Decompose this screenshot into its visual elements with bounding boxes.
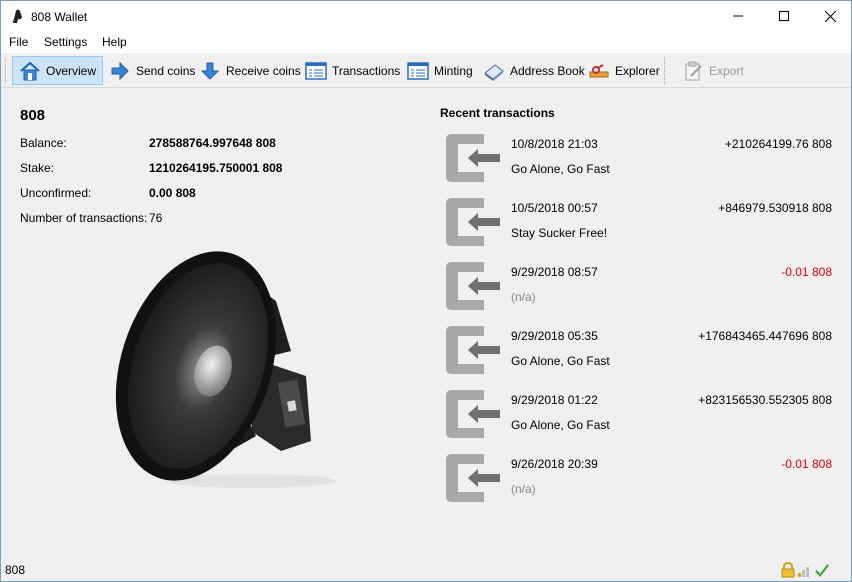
transaction-row[interactable]: 10/8/2018 21:03 +210264199.76 808 Go Alone… <box>440 132 835 192</box>
minting-list-icon <box>407 61 429 80</box>
transaction-row[interactable]: 10/5/2018 00:57 +846979.530918 808 Stay Su… <box>440 196 835 256</box>
transaction-date: 9/29/2018 01:22 <box>511 393 598 407</box>
maximize-button[interactable] <box>761 1 807 31</box>
minimize-button[interactable] <box>715 1 761 31</box>
transaction-label: Go Alone, Go Fast <box>511 418 610 432</box>
minting-label: Minting <box>434 63 473 78</box>
receive-arrow-icon <box>200 62 220 80</box>
transaction-amount: +823156530.552305 808 <box>698 393 832 407</box>
menu-bar: File Settings Help <box>1 31 851 53</box>
transaction-inout-icon <box>446 262 500 310</box>
recent-transactions-title: Recent transactions <box>440 106 555 120</box>
toolbar-grip[interactable] <box>5 58 8 83</box>
title-bar: 808 Wallet <box>1 1 851 31</box>
connections-icon <box>798 567 809 577</box>
window-title: 808 Wallet <box>31 10 88 24</box>
transactions-list-icon <box>305 61 327 80</box>
transaction-amount: -0.01 808 <box>781 265 832 279</box>
transaction-label: Stay Sucker Free! <box>511 226 608 240</box>
receive-coins-label: Receive coins <box>226 63 301 78</box>
transaction-label: Go Alone, Go Fast <box>511 162 610 176</box>
stake-value[interactable]: 1210264195.750001 808 <box>149 161 282 175</box>
transaction-amount: +176843465.447696 808 <box>698 329 832 343</box>
menu-help[interactable]: Help <box>102 35 127 49</box>
synced-check-icon <box>815 564 829 577</box>
transaction-inout-icon <box>446 198 500 246</box>
explorer-label: Explorer <box>615 63 660 78</box>
transaction-count-value[interactable]: 76 <box>149 211 162 225</box>
explorer-icon <box>589 63 609 77</box>
minting-button[interactable]: Minting <box>400 56 480 85</box>
stake-label: Stake: <box>20 161 55 175</box>
menu-settings[interactable]: Settings <box>44 35 87 49</box>
menu-file[interactable]: File <box>9 35 28 49</box>
minimize-icon <box>733 15 743 17</box>
transaction-label: (n/a) <box>511 482 536 496</box>
transaction-amount: +846979.530918 808 <box>718 201 832 215</box>
lock-icon <box>781 562 795 578</box>
unconfirmed-label: Unconfirmed: <box>20 186 92 200</box>
transaction-amount: -0.01 808 <box>781 457 832 471</box>
home-icon <box>20 61 40 80</box>
transaction-label: (n/a) <box>511 290 536 304</box>
transaction-date: 10/5/2018 00:57 <box>511 201 598 215</box>
toolbar: Overview Send coins Receive coins Transa… <box>1 53 851 88</box>
close-button[interactable] <box>807 1 852 31</box>
address-book-button[interactable]: Address Book <box>476 56 592 85</box>
transaction-inout-icon <box>446 326 500 374</box>
export-button[interactable]: Export <box>675 56 751 85</box>
unconfirmed-value[interactable]: 0.00 808 <box>149 186 196 200</box>
export-clipboard-icon <box>685 61 702 80</box>
transaction-date: 9/29/2018 05:35 <box>511 329 598 343</box>
close-icon <box>824 10 836 22</box>
app-window: 808 Wallet File Settings Help Overview S… <box>0 0 852 582</box>
export-label: Export <box>709 63 744 78</box>
transaction-inout-icon <box>446 454 500 502</box>
speaker-image <box>115 251 336 488</box>
receive-coins-button[interactable]: Receive coins <box>192 56 308 85</box>
wallet-name: 808 <box>20 107 46 124</box>
address-book-label: Address Book <box>510 63 585 78</box>
status-bar: 808 <box>1 559 851 581</box>
balance-value[interactable]: 278588764.997648 808 <box>149 136 276 150</box>
app-logo-icon <box>12 9 22 23</box>
transaction-date: 9/29/2018 08:57 <box>511 265 598 279</box>
overview-button[interactable]: Overview <box>12 56 104 85</box>
transactions-label: Transactions <box>332 63 401 78</box>
send-coins-label: Send coins <box>136 63 196 78</box>
balance-label: Balance: <box>20 136 67 150</box>
transaction-count-label: Number of transactions: <box>20 211 148 225</box>
transaction-row[interactable]: 9/29/2018 05:35 +176843465.447696 808 Go A… <box>440 324 835 384</box>
address-book-icon <box>484 63 504 81</box>
transaction-row[interactable]: 9/29/2018 01:22 +823156530.552305 808 Go A… <box>440 388 835 448</box>
send-coins-button[interactable]: Send coins <box>102 56 202 85</box>
status-text: 808 <box>5 563 26 577</box>
transaction-date: 9/26/2018 20:39 <box>511 457 598 471</box>
transaction-row[interactable]: 9/26/2018 20:39 -0.01 808 (n/a) <box>440 452 835 512</box>
transaction-date: 10/8/2018 21:03 <box>511 137 598 151</box>
transaction-inout-icon <box>446 134 500 182</box>
maximize-icon <box>779 11 789 21</box>
transaction-label: Go Alone, Go Fast <box>511 354 610 368</box>
send-arrow-icon <box>111 61 129 80</box>
transaction-amount: +210264199.76 808 <box>724 137 832 151</box>
overview-label: Overview <box>46 63 97 78</box>
explorer-button[interactable]: Explorer <box>581 56 667 85</box>
transaction-inout-icon <box>446 390 500 438</box>
transaction-row[interactable]: 9/29/2018 08:57 -0.01 808 (n/a) <box>440 260 835 320</box>
transactions-button[interactable]: Transactions <box>298 56 407 85</box>
toolbar-separator <box>664 57 666 84</box>
